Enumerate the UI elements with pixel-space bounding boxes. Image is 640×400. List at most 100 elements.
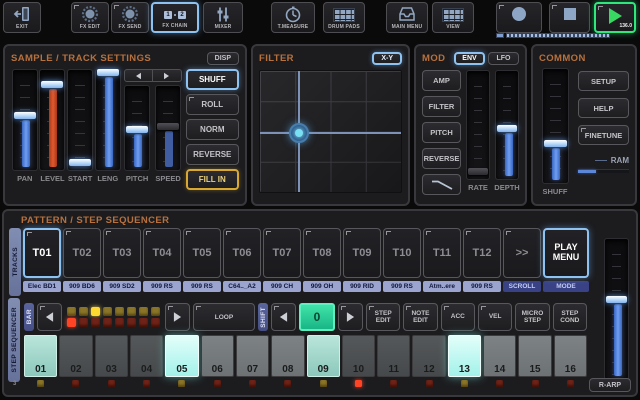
mod-envelope-shape-button[interactable] <box>422 174 461 195</box>
micro-step-button[interactable]: MICRO STEP <box>515 303 550 331</box>
track-button-t10[interactable]: T10 <box>383 228 421 278</box>
track-sample-chip[interactable]: 909 SD2 <box>103 281 141 292</box>
shift-left-button[interactable] <box>271 303 296 331</box>
track-sample-chip[interactable]: 909 RS <box>463 281 501 292</box>
lfo-tab[interactable]: LFO <box>488 51 519 65</box>
fx-send-button[interactable]: FX SEND <box>111 2 149 33</box>
step-pad-02[interactable]: 02 <box>59 335 93 377</box>
track-button-t07[interactable]: T07 <box>263 228 301 278</box>
acc-button[interactable]: ACC <box>440 303 475 331</box>
fx-edit-button[interactable]: FX EDIT <box>71 2 109 33</box>
shuffle-slider[interactable]: SHUFF <box>539 68 571 196</box>
setup-button[interactable]: SETUP <box>578 71 629 91</box>
shuffle-button[interactable]: SHUFF <box>185 69 239 90</box>
main-menu-button[interactable]: MAIN MENU <box>386 2 428 33</box>
track-sample-chip[interactable]: 909 RS <box>183 281 221 292</box>
step-pad-12[interactable]: 12 <box>412 335 446 377</box>
xy-mode-button[interactable]: X-Y <box>372 51 402 65</box>
prev-sample-button[interactable] <box>125 70 153 81</box>
mixer-button[interactable]: MIXER <box>203 2 243 33</box>
step-edit-button[interactable]: STEP EDIT <box>366 303 401 331</box>
track-sample-chip[interactable]: Elec BD1 <box>23 281 61 292</box>
pan-slider[interactable]: PAN <box>11 69 39 190</box>
fx-chain-button[interactable]: 1 2 FX CHAIN <box>151 2 199 33</box>
step-pad-07[interactable]: 07 <box>235 335 270 377</box>
bar-prev-button[interactable] <box>37 303 62 331</box>
finetune-button[interactable]: FINETUNE <box>578 125 629 145</box>
step-pad-03[interactable]: 03 <box>94 335 128 377</box>
mod-rate-slider[interactable]: RATE <box>466 70 490 195</box>
view-button[interactable]: VIEW <box>432 2 474 33</box>
track-button-t11[interactable]: T11 <box>423 228 461 278</box>
start-slider[interactable]: START <box>66 69 94 190</box>
vel-button[interactable]: VEL <box>477 303 513 331</box>
xy-cursor-dot[interactable] <box>289 122 310 143</box>
track-sample-chip[interactable]: 909 RS <box>143 281 181 292</box>
track-button-t04[interactable]: T04 <box>143 228 181 278</box>
bar-next-button[interactable] <box>165 303 190 331</box>
track-button-t06[interactable]: T06 <box>223 228 261 278</box>
track-sample-chip[interactable]: 909 RS <box>383 281 421 292</box>
loop-button[interactable]: LOOP <box>193 303 255 331</box>
drum-pads-button[interactable]: DRUM PADS <box>323 2 365 33</box>
track-sample-chip[interactable]: Atm..ere <box>423 281 461 292</box>
exit-button[interactable]: EXIT <box>3 2 41 33</box>
disp-button[interactable]: DISP <box>206 51 239 65</box>
mode-chip[interactable]: MODE <box>543 281 589 292</box>
shift-right-button[interactable] <box>338 303 363 331</box>
step-pad-08[interactable]: 08 <box>271 335 305 377</box>
tracks-more-button[interactable]: >> <box>503 228 541 278</box>
tracks-tab[interactable]: TRACKS <box>9 228 21 296</box>
step-pad-15[interactable]: 15 <box>518 335 552 377</box>
track-button-t12[interactable]: T12 <box>463 228 501 278</box>
play-menu-button[interactable]: PLAY MENU <box>543 228 589 278</box>
scroll-chip[interactable]: SCROLL <box>503 281 541 292</box>
track-button-t08[interactable]: T08 <box>303 228 341 278</box>
sequencer-level-slider[interactable] <box>604 238 629 380</box>
speed-slider[interactable]: SPEED <box>153 85 184 183</box>
track-button-t03[interactable]: T03 <box>103 228 141 278</box>
track-button-t09[interactable]: T09 <box>343 228 381 278</box>
pitch-slider[interactable]: PITCH <box>122 85 153 183</box>
track-button-t01[interactable]: T01 <box>23 228 61 278</box>
next-sample-button[interactable] <box>152 70 181 81</box>
help-button[interactable]: HELP <box>578 98 629 118</box>
step-pad-04[interactable]: 04 <box>129 335 164 377</box>
env-tab[interactable]: ENV <box>454 51 485 65</box>
note-edit-button[interactable]: NOTE EDIT <box>403 303 438 331</box>
play-button[interactable]: 136.0 <box>594 2 636 33</box>
r-arp-button[interactable]: R-ARP <box>589 378 631 392</box>
step-pad-13[interactable]: 13 <box>447 335 482 377</box>
mod-depth-slider[interactable]: DEPTH <box>494 70 520 195</box>
step-pad-06[interactable]: 06 <box>200 335 234 377</box>
roll-button[interactable]: ROLL <box>185 94 239 115</box>
track-sample-chip[interactable]: 909 RID <box>343 281 381 292</box>
shift-tab[interactable]: SHIFT <box>258 303 268 331</box>
level-slider[interactable]: LEVEL <box>39 69 67 190</box>
stop-button[interactable] <box>549 2 590 33</box>
length-slider[interactable]: LENG <box>94 69 122 190</box>
bar-tab[interactable]: BAR <box>24 303 34 331</box>
step-pad-16[interactable]: 16 <box>553 335 587 377</box>
step-pad-14[interactable]: 14 <box>483 335 517 377</box>
record-button[interactable] <box>496 2 542 33</box>
step-pad-05[interactable]: 05 <box>165 335 199 377</box>
fill-in-button[interactable]: FILL IN <box>185 169 239 190</box>
mod-reverse-button[interactable]: REVERSE <box>422 148 461 169</box>
step-sequencer-tab[interactable]: STEP SEQUENCER <box>8 298 20 382</box>
normalize-button[interactable]: NORM <box>185 119 239 140</box>
track-button-t05[interactable]: T05 <box>183 228 221 278</box>
mod-amp-button[interactable]: AMP <box>422 70 461 91</box>
step-pad-11[interactable]: 11 <box>377 335 411 377</box>
track-sample-chip[interactable]: C64.._A2 <box>223 281 261 292</box>
step-cond-button[interactable]: STEP COND <box>552 303 587 331</box>
step-pad-10[interactable]: 10 <box>341 335 376 377</box>
reverse-button[interactable]: REVERSE <box>185 144 239 165</box>
step-pad-09[interactable]: 09 <box>306 335 340 377</box>
mod-filter-button[interactable]: FILTER <box>422 96 461 117</box>
step-pad-01[interactable]: 01 <box>24 335 58 377</box>
time-measure-button[interactable]: T.MEASURE <box>271 2 315 33</box>
filter-xy-pad[interactable] <box>259 70 402 193</box>
track-sample-chip[interactable]: 909 BD6 <box>63 281 101 292</box>
track-sample-chip[interactable]: 909 OH <box>303 281 341 292</box>
